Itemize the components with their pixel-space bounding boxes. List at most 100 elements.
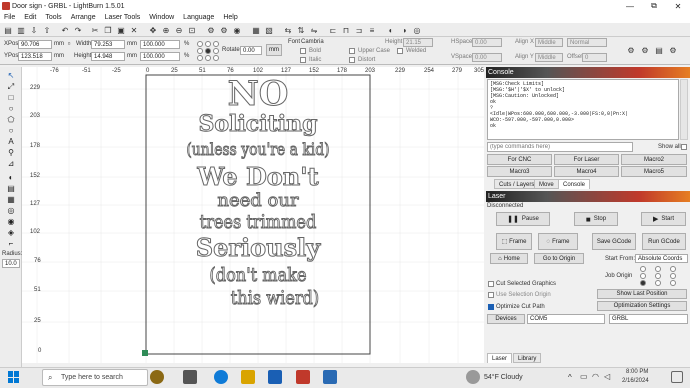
job-origin-radio[interactable] <box>640 273 646 279</box>
design-canvas[interactable]: -76 -51 -25 0 25 51 76 102 127 152 178 2… <box>22 67 484 363</box>
macro-button[interactable]: For Laser <box>554 154 619 165</box>
edge-icon[interactable] <box>214 370 228 384</box>
stop-button[interactable]: ■ Stop <box>574 212 618 226</box>
menu-tools[interactable]: Tools <box>45 14 61 21</box>
font-select[interactable]: Cambria <box>301 39 324 45</box>
vspace-field[interactable]: 0.00 <box>472 53 502 62</box>
zoom-fit-icon[interactable]: ⊡ <box>187 25 197 35</box>
menu-edit[interactable]: Edit <box>24 14 36 21</box>
lock-icon[interactable]: ▫ <box>65 39 73 48</box>
job-origin-radio[interactable] <box>655 280 661 286</box>
menu-help[interactable]: Help <box>223 14 237 21</box>
macro-button[interactable]: Macro3 <box>487 166 552 177</box>
anchor-radio[interactable] <box>197 41 203 47</box>
clock-date[interactable]: 2/16/2024 <box>622 378 649 384</box>
text-height-field[interactable]: 21.15 <box>403 38 433 47</box>
maximize-button[interactable]: ⧉ <box>642 0 666 12</box>
clock-time[interactable]: 8:00 PM <box>626 369 648 375</box>
file-explorer-icon[interactable] <box>241 370 255 384</box>
open-icon[interactable]: ▤ <box>3 25 13 35</box>
camera-icon[interactable]: ◉ <box>232 25 242 35</box>
align-left-icon[interactable]: ⊏ <box>328 25 338 35</box>
macro-button[interactable]: For CNC <box>487 154 552 165</box>
bird-widget-icon[interactable] <box>150 370 164 384</box>
distribute-icon[interactable]: ≡ <box>367 25 377 35</box>
macro-button[interactable]: Macro5 <box>621 166 687 177</box>
job-origin-radio[interactable] <box>640 280 646 286</box>
frame-circle-button[interactable]: ◌ Frame <box>538 233 578 250</box>
show-all-checkbox[interactable] <box>681 144 687 150</box>
task-view-icon[interactable] <box>183 370 197 384</box>
text-mode-select[interactable]: Normal <box>567 38 607 47</box>
weather-icon[interactable] <box>466 370 480 384</box>
flip-v-icon[interactable]: ⇅ <box>296 25 306 35</box>
array-icon[interactable]: ▤ <box>6 184 16 193</box>
frame-button[interactable]: ⬚ Frame <box>496 233 532 250</box>
undo-icon[interactable]: ↶ <box>60 25 70 35</box>
tab-move[interactable]: Move <box>534 179 559 189</box>
bold-checkbox[interactable] <box>300 48 306 54</box>
rectangle-icon[interactable]: □ <box>6 93 16 102</box>
boolean-icon[interactable]: ◐ <box>386 25 396 35</box>
home-button[interactable]: ⌂ Home <box>490 253 528 264</box>
devices-button[interactable]: Devices <box>487 314 525 324</box>
use-selection-origin-checkbox[interactable] <box>488 292 494 298</box>
redo-icon[interactable]: ↷ <box>73 25 83 35</box>
start-icon[interactable] <box>8 371 20 383</box>
flip-h-icon[interactable]: ⇆ <box>283 25 293 35</box>
console-scrollbar[interactable] <box>680 79 688 140</box>
align-right-icon[interactable]: ⊐ <box>354 25 364 35</box>
italic-checkbox[interactable] <box>300 57 306 63</box>
group-icon[interactable]: ▦ <box>251 25 261 35</box>
pan-icon[interactable]: ✥ <box>148 25 158 35</box>
settings-icon[interactable]: ⚙ <box>219 25 229 35</box>
machine-icon[interactable]: ⚙ <box>626 45 636 55</box>
welded-checkbox[interactable] <box>397 48 403 54</box>
ungroup-icon[interactable]: ▧ <box>264 25 274 35</box>
show-last-position-button[interactable]: Show Last Position <box>597 289 687 299</box>
optimize-cut-path-checkbox[interactable] <box>488 304 494 310</box>
sign-design[interactable]: NO Soliciting (unless you're a kid) We D… <box>146 77 370 310</box>
distort-checkbox[interactable] <box>349 57 355 63</box>
app-taskbar-icon[interactable] <box>323 370 337 384</box>
save-gcode-button[interactable]: Save GCode <box>592 233 636 250</box>
tray-chevron-icon[interactable]: ^ <box>568 373 572 382</box>
run-gcode-button[interactable]: Run GCode <box>642 233 686 250</box>
corner-icon[interactable]: ⌐ <box>6 239 16 248</box>
tab-laser[interactable]: Laser <box>487 353 513 363</box>
job-origin-radio[interactable] <box>670 273 676 279</box>
anchor-radio[interactable] <box>213 41 219 47</box>
align-y-select[interactable]: Middle <box>535 53 563 62</box>
macro-button[interactable]: Macro2 <box>621 154 687 165</box>
wifi-icon[interactable]: ◠ <box>592 372 599 381</box>
tab-cuts-layers[interactable]: Cuts / Layers <box>494 179 540 189</box>
anchor-radio[interactable] <box>205 48 211 54</box>
width-field[interactable]: 79.253 <box>91 40 125 49</box>
save-icon[interactable]: ▥ <box>16 25 26 35</box>
radius-field[interactable]: 10.0 <box>2 259 20 268</box>
menu-language[interactable]: Language <box>183 14 214 21</box>
select-icon[interactable]: ↖ <box>6 71 16 80</box>
optimization-settings-button[interactable]: Optimization Settings <box>597 301 687 311</box>
anchor-radio[interactable] <box>205 55 211 61</box>
store-icon[interactable] <box>268 370 282 384</box>
offset-icon[interactable]: ◎ <box>412 25 422 35</box>
export-icon[interactable]: ⇧ <box>42 25 52 35</box>
offset-field[interactable]: 0 <box>582 53 607 62</box>
line-icon[interactable]: ○ <box>6 126 16 135</box>
upper-case-checkbox[interactable] <box>349 48 355 54</box>
edit-nodes-icon[interactable]: ⤢ <box>6 82 16 91</box>
rotary-icon[interactable]: ⚙ <box>668 45 678 55</box>
paste-icon[interactable]: ▣ <box>116 25 126 35</box>
job-origin-radio[interactable] <box>655 266 661 272</box>
variable-text-icon[interactable]: ▤ <box>654 45 664 55</box>
pause-button[interactable]: ❚❚ Pause <box>496 212 550 226</box>
menu-file[interactable]: File <box>4 14 15 21</box>
anchor-radio[interactable] <box>205 41 211 47</box>
cut-icon[interactable]: ✂ <box>90 25 100 35</box>
ellipse-icon[interactable]: ○ <box>6 104 16 113</box>
menu-laser-tools[interactable]: Laser Tools <box>105 14 141 21</box>
go-to-origin-button[interactable]: Go to Origin <box>534 253 584 264</box>
trace-icon[interactable]: ⚙ <box>206 25 216 35</box>
device-select[interactable]: GRBL <box>609 314 688 324</box>
